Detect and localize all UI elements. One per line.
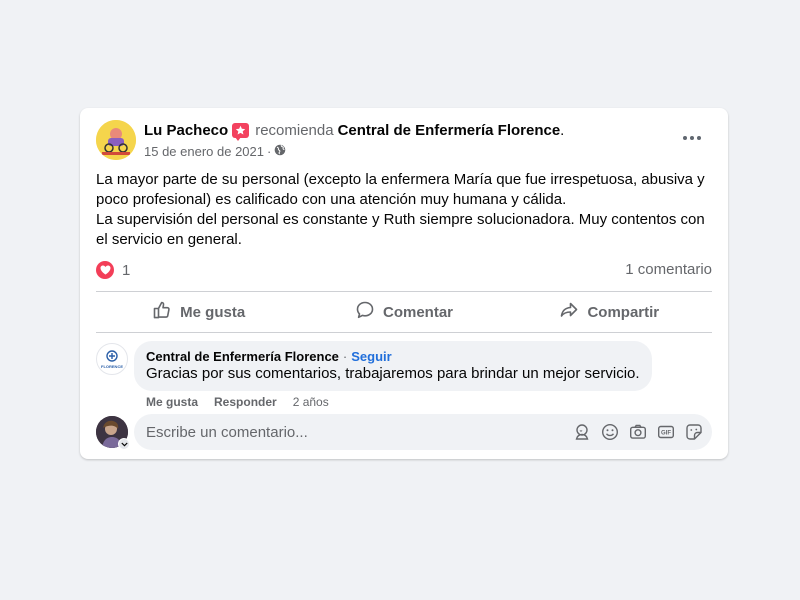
- author-avatar[interactable]: [96, 120, 136, 160]
- comment-bubble-icon: [355, 300, 375, 324]
- comment-button[interactable]: Comentar: [301, 294, 506, 330]
- post-meta-line: 15 de enero de 2021 ·: [144, 144, 286, 159]
- gif-icon[interactable]: GIF: [656, 420, 676, 444]
- post-card: Lu Pacheco recomienda Central de Enferme…: [80, 108, 728, 459]
- post-title-line: Lu Pacheco recomienda Central de Enferme…: [144, 122, 565, 141]
- share-arrow-icon: [559, 300, 579, 324]
- share-label: Compartir: [587, 303, 660, 321]
- emoji-icon[interactable]: [600, 420, 620, 444]
- globe-icon: [274, 144, 286, 159]
- love-reaction-icon: [96, 261, 114, 279]
- comment-reply-link[interactable]: Responder: [214, 395, 277, 409]
- reactions-bar: 1 1 comentario: [96, 260, 712, 280]
- comment-meta: Me gusta Responder 2 años: [146, 395, 329, 409]
- svg-text:GIF: GIF: [661, 431, 671, 437]
- like-label: Me gusta: [180, 303, 246, 321]
- post-date[interactable]: 15 de enero de 2021: [144, 144, 264, 159]
- follow-link[interactable]: Seguir: [351, 349, 391, 364]
- camera-icon[interactable]: [628, 420, 648, 444]
- commenter-avatar[interactable]: FLORENCE: [96, 343, 128, 375]
- post-paragraph: La mayor parte de su personal (excepto l…: [96, 171, 705, 208]
- post-paragraph: La supervisión del personal es constante…: [96, 211, 705, 248]
- comment-count-link[interactable]: 1 comentario: [625, 261, 712, 278]
- comment-separator: ·: [342, 349, 348, 364]
- composer-icons: GIF: [572, 420, 704, 444]
- post-body: La mayor parte de su personal (excepto l…: [96, 170, 712, 250]
- recommend-verb: recomienda: [255, 122, 334, 139]
- comment-text: Gracias por sus comentarios, trabajaremo…: [146, 365, 640, 382]
- divider: [96, 291, 712, 292]
- date-separator: ·: [267, 144, 272, 159]
- thumbs-up-icon: [152, 300, 172, 324]
- comment-item: FLORENCE Central de Enfermería Florence …: [96, 341, 716, 413]
- comment-like-link[interactable]: Me gusta: [146, 395, 198, 409]
- post-actions: Me gusta Comentar Compartir: [96, 294, 712, 330]
- divider: [96, 332, 712, 333]
- share-button[interactable]: Compartir: [507, 294, 712, 330]
- comment-author-line: Central de Enfermería Florence · Seguir: [146, 349, 640, 364]
- commenter-avatar-text: FLORENCE: [101, 363, 123, 369]
- chevron-down-icon[interactable]: [118, 438, 130, 450]
- recommend-star-icon: [232, 123, 250, 141]
- reaction-count: 1: [122, 261, 131, 279]
- comment-bubble: Central de Enfermería Florence · Seguir …: [134, 341, 652, 391]
- comment-time[interactable]: 2 años: [293, 395, 329, 409]
- sticker-icon[interactable]: [684, 420, 704, 444]
- title-period: .: [560, 122, 565, 139]
- avatar-sticker-icon[interactable]: [572, 420, 592, 444]
- author-name[interactable]: Lu Pacheco: [144, 122, 228, 139]
- comment-composer: GIF: [96, 414, 712, 450]
- comment-author[interactable]: Central de Enfermería Florence: [146, 349, 339, 364]
- page-name-link[interactable]: Central de Enfermería Florence: [338, 122, 561, 139]
- comment-label: Comentar: [382, 303, 453, 321]
- more-horizontal-icon[interactable]: [678, 128, 706, 148]
- reaction-summary[interactable]: 1: [96, 261, 130, 279]
- post-header: Lu Pacheco recomienda Central de Enferme…: [96, 120, 712, 162]
- like-button[interactable]: Me gusta: [96, 294, 301, 330]
